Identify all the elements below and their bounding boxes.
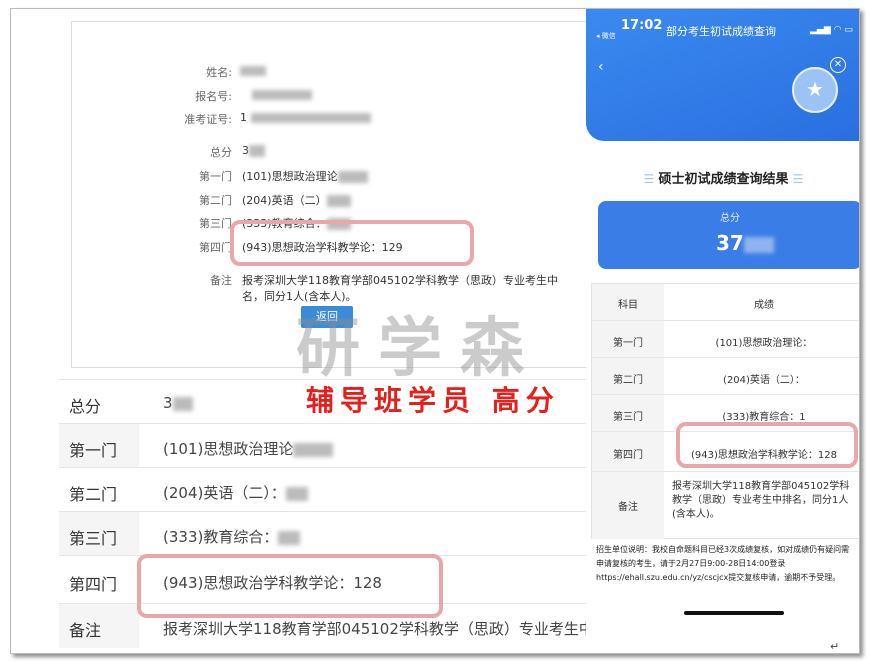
return-arrow-icon: ↵	[830, 640, 840, 653]
table-row: 备注 报考深圳大学118教育学部045102学科教学（思政）专业考生中排名，同分…	[592, 471, 859, 539]
header-subject: 科目	[618, 300, 638, 311]
reg-no-value	[252, 88, 312, 101]
row-value: (333)教育综合：1	[722, 412, 806, 423]
phone-page-title: 部分考生初试成绩查询	[666, 25, 776, 38]
table-row: 第二门 (204)英语（二）：	[592, 357, 859, 395]
banner-text: 辅导班学员 高分	[306, 384, 560, 417]
row-label: 备注	[618, 502, 638, 513]
ticket-no-label: 准考证号:	[184, 113, 232, 126]
table-row: 第一门 (101)思想政治理论：	[592, 320, 859, 358]
row-label: 第三门	[69, 529, 118, 548]
total-value: 3	[242, 144, 265, 157]
phone-score-table: 科目 成绩 第一门 (101)思想政治理论： 第二门 (204)英语（二）： 第…	[591, 283, 859, 539]
table-header-row: 科目 成绩	[592, 284, 859, 320]
home-indicator[interactable]	[684, 611, 784, 615]
total-score-label: 总分	[720, 213, 740, 224]
row-label: 第二门	[613, 375, 643, 386]
subject3-label: 第三门	[199, 217, 232, 230]
row-label: 第一门	[613, 338, 643, 349]
name-label: 姓名:	[206, 66, 232, 79]
back-chevron-icon[interactable]: ‹	[598, 59, 604, 75]
subject1-value: (101)思想政治理论	[242, 168, 368, 184]
medal-icon: ★	[792, 67, 838, 113]
row-value: (101)思想政治理论	[163, 438, 334, 459]
highlight-bottom-subject4	[137, 554, 443, 618]
note-line1: 报考深圳大学118教育学部045102学科教学（思政）专业考生中	[242, 274, 558, 287]
row-label: 第四门	[69, 575, 118, 594]
wechat-back-link[interactable]: ◂ 微信	[596, 31, 616, 41]
signal-icon: ▂▄▆ ◠ ▭	[810, 25, 853, 35]
subject1-label: 第一门	[199, 170, 232, 183]
subject4-label: 第四门	[199, 241, 232, 254]
row-label: 第三门	[613, 412, 643, 423]
reg-no-label: 报名号:	[195, 90, 232, 103]
screenshot-collage: 姓名: 报名号: 准考证号: 1 总分 3 第一门 (101)思想政治理论 第二…	[10, 8, 860, 654]
phone-header: 17:02 ◂ 微信 部分考生初试成绩查询 ▂▄▆ ◠ ▭ ‹ ✕ ★	[586, 9, 859, 141]
total-score-card: 总分 37	[598, 201, 859, 269]
total-score-value: 37	[716, 231, 774, 255]
name-value	[240, 64, 266, 77]
row-value: (333)教育综合：	[163, 526, 301, 547]
row-value: (204)英语（二）：	[723, 375, 805, 386]
row-value: 报考深圳大学118教育学部045102学科教学（思政）专业考生中排名，同分1人(…	[672, 481, 850, 520]
phone-screenshot: 17:02 ◂ 微信 部分考生初试成绩查询 ▂▄▆ ◠ ▭ ‹ ✕ ★ ☰ 硕士…	[586, 9, 859, 653]
row-label: 备注	[69, 621, 102, 640]
row-label: 第一门	[69, 441, 118, 460]
phone-footer-note: 招生单位说明：我校自命题科目已经3次成绩复核，如对成绩仍有疑问需申请复核的考生，…	[596, 545, 850, 582]
status-time: 17:02	[621, 18, 663, 33]
header-score: 成绩	[754, 300, 774, 311]
highlight-web-subject4	[230, 220, 474, 266]
subject2-label: 第二门	[199, 194, 232, 207]
row-label: 第四门	[613, 450, 643, 461]
subject2-value: (204)英语（二）	[242, 192, 351, 208]
result-title: ☰ 硕士初试成绩查询结果 ☰	[643, 172, 804, 187]
row-value: 3	[163, 394, 193, 412]
highlight-phone-subject4	[676, 422, 858, 468]
row-label: 总分	[69, 397, 102, 416]
note-label: 备注	[210, 274, 232, 287]
total-label: 总分	[210, 146, 232, 159]
row-value: (101)思想政治理论：	[715, 338, 813, 349]
close-circle-icon[interactable]: ✕	[830, 57, 846, 73]
row-value: (204)英语（二）：	[163, 482, 308, 503]
ticket-no-value: 1	[240, 111, 371, 124]
row-label: 第二门	[69, 485, 118, 504]
watermark: 研学森	[296, 311, 542, 386]
